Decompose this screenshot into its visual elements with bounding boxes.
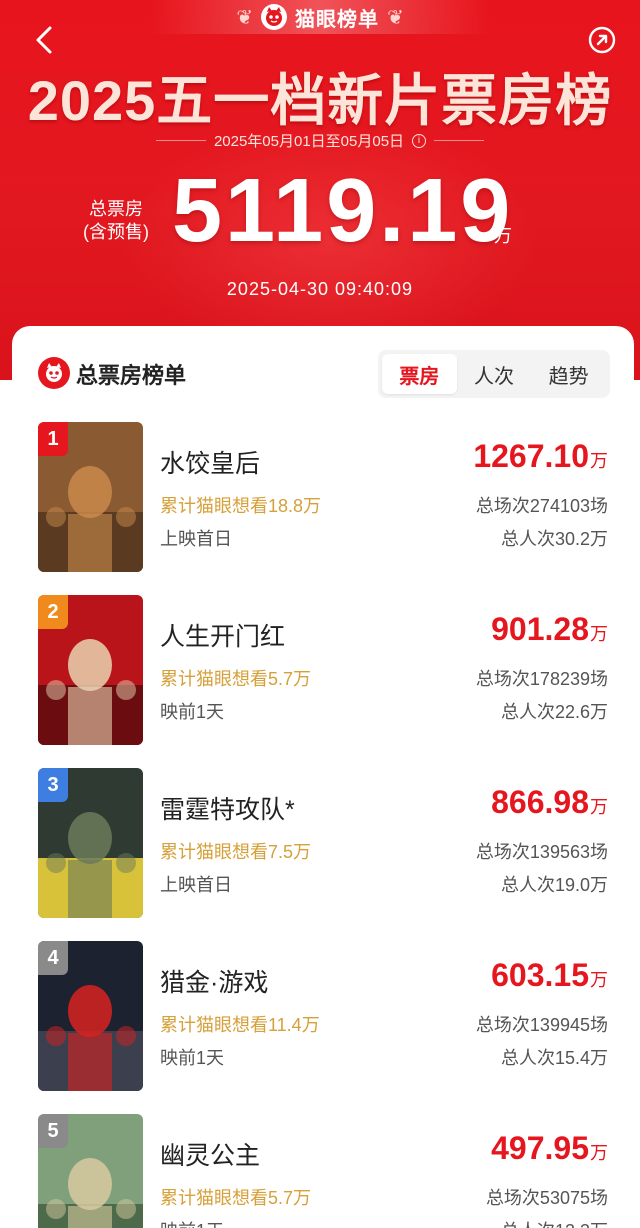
movie-box-office: 497.95万 xyxy=(491,1130,608,1167)
ranking-card: 总票房榜单 票房 人次 趋势 1 水饺皇后 累计猫眼想看18.8万 上映首日 1… xyxy=(12,326,634,1228)
movie-want-count: 累计猫眼想看5.7万 xyxy=(160,669,312,689)
rank-badge: 5 xyxy=(38,1114,68,1148)
total-label-line1: 总票房 xyxy=(89,199,143,219)
update-timestamp: 2025-04-30 09:40:09 xyxy=(226,279,414,299)
share-icon xyxy=(588,26,616,54)
card-header: 总票房榜单 票房 人次 趋势 xyxy=(12,326,634,422)
total-box-office-label: 总票房 (含预售) xyxy=(66,198,166,244)
share-button[interactable] xyxy=(584,22,620,58)
movie-title[interactable]: 猎金·游戏 xyxy=(160,963,268,999)
movie-total-shows: 总场次53075场 xyxy=(485,1188,608,1208)
rank-badge: 2 xyxy=(38,595,68,629)
movie-total-attendance: 总人次15.4万 xyxy=(500,1048,608,1068)
movie-poster[interactable]: 1 xyxy=(38,422,143,572)
movie-total-shows: 总场次139563场 xyxy=(475,842,608,862)
movie-total-shows: 总场次139945场 xyxy=(475,1015,608,1035)
movie-title[interactable]: 雷霆特攻队* xyxy=(160,790,295,826)
movie-total-shows: 总场次178239场 xyxy=(475,669,608,689)
page-title: 2025五一档新片票房榜 xyxy=(27,69,613,132)
box-office-value: 901.28 xyxy=(491,611,589,647)
movie-list: 1 水饺皇后 累计猫眼想看18.8万 上映首日 1267.10万 总场次2741… xyxy=(12,422,634,1228)
box-office-value: 1267.10 xyxy=(473,438,589,474)
movie-poster[interactable]: 3 xyxy=(38,768,143,918)
box-office-unit: 万 xyxy=(590,624,608,644)
tab-trend[interactable]: 趋势 xyxy=(531,354,606,394)
brand-bar: ❦ 猫眼榜单 ❦ xyxy=(150,0,490,34)
maoyan-cat-logo-icon xyxy=(38,357,70,389)
movie-total-attendance: 总人次30.2万 xyxy=(500,529,608,549)
movie-want-count: 累计猫眼想看18.8万 xyxy=(160,496,322,516)
box-office-unit: 万 xyxy=(590,970,608,990)
movie-release-status: 上映首日 xyxy=(160,529,232,549)
movie-total-attendance: 总人次19.0万 xyxy=(500,875,608,895)
laurel-right-icon: ❦ xyxy=(387,6,404,29)
rank-badge: 1 xyxy=(38,422,68,456)
movie-want-count: 累计猫眼想看5.7万 xyxy=(160,1188,312,1208)
movie-poster[interactable]: 2 xyxy=(38,595,143,745)
movie-poster[interactable]: 5 xyxy=(38,1114,143,1228)
box-office-unit: 万 xyxy=(590,451,608,471)
tab-box-office[interactable]: 票房 xyxy=(382,354,457,394)
movie-total-attendance: 总人次22.6万 xyxy=(500,702,608,722)
tab-attendance[interactable]: 人次 xyxy=(457,354,532,394)
laurel-left-icon: ❦ xyxy=(236,6,253,29)
movie-row[interactable]: 4 猎金·游戏 累计猫眼想看11.4万 映前1天 603.15万 总场次1399… xyxy=(12,941,634,1114)
divider-line xyxy=(434,140,485,141)
box-office-value: 497.95 xyxy=(491,1130,589,1166)
movie-want-count: 累计猫眼想看7.5万 xyxy=(160,842,312,862)
movie-title[interactable]: 水饺皇后 xyxy=(160,444,260,480)
movie-release-status: 映前1天 xyxy=(160,1048,225,1068)
brand-name: 猫眼榜单 xyxy=(295,8,379,31)
box-office-unit: 万 xyxy=(590,1143,608,1163)
movie-box-office: 866.98万 xyxy=(491,784,608,821)
box-office-value: 866.98 xyxy=(491,784,589,820)
card-title: 总票房榜单 xyxy=(76,363,187,388)
divider-line xyxy=(155,140,206,141)
movie-release-status: 上映首日 xyxy=(160,875,232,895)
movie-release-status: 映前1天 xyxy=(160,1217,224,1228)
movie-box-office: 901.28万 xyxy=(491,611,608,648)
rank-badge: 3 xyxy=(38,768,68,802)
movie-title[interactable]: 幽灵公主 xyxy=(160,1136,260,1172)
movie-box-office: 1267.10万 xyxy=(473,438,608,475)
movie-total-shows: 总场次274103场 xyxy=(475,496,608,516)
date-range-text: 2025年05月01日至05月05日 xyxy=(213,133,405,150)
movie-row[interactable]: 1 水饺皇后 累计猫眼想看18.8万 上映首日 1267.10万 总场次2741… xyxy=(12,422,634,595)
movie-row[interactable]: 3 雷霆特攻队* 累计猫眼想看7.5万 上映首日 866.98万 总场次1395… xyxy=(12,768,634,941)
tab-bar: 票房 人次 趋势 xyxy=(378,350,610,398)
total-box-office-value: 5119.19 xyxy=(172,161,514,261)
movie-want-count: 累计猫眼想看11.4万 xyxy=(160,1015,320,1035)
movie-box-office: 603.15万 xyxy=(491,957,608,994)
movie-total-attendance: 总人次12.3万 xyxy=(501,1217,608,1228)
total-box-office-unit: 万 xyxy=(494,226,512,246)
movie-release-status: 映前1天 xyxy=(160,702,225,722)
box-office-value: 603.15 xyxy=(491,957,589,993)
total-label-line2: (含预售) xyxy=(83,222,149,242)
header-banner: ❦ 猫眼榜单 ❦ 2025五一档新片票房榜 2025年05月01日至05月05日 xyxy=(0,0,640,380)
rank-badge: 4 xyxy=(38,941,68,975)
box-office-unit: 万 xyxy=(590,797,608,817)
movie-poster[interactable]: 4 xyxy=(38,941,143,1091)
maoyan-cat-logo-icon xyxy=(261,4,287,30)
date-range: 2025年05月01日至05月05日 i xyxy=(0,130,640,151)
movie-row[interactable]: 5 幽灵公主 累计猫眼想看5.7万 映前1天 497.95万 总场次53075场… xyxy=(12,1114,634,1228)
chevron-left-icon xyxy=(36,26,52,54)
movie-row[interactable]: 2 人生开门红 累计猫眼想看5.7万 映前1天 901.28万 总场次17823… xyxy=(12,595,634,768)
back-button[interactable] xyxy=(28,22,60,58)
movie-title[interactable]: 人生开门红 xyxy=(160,617,285,653)
info-icon[interactable]: i xyxy=(412,133,427,148)
